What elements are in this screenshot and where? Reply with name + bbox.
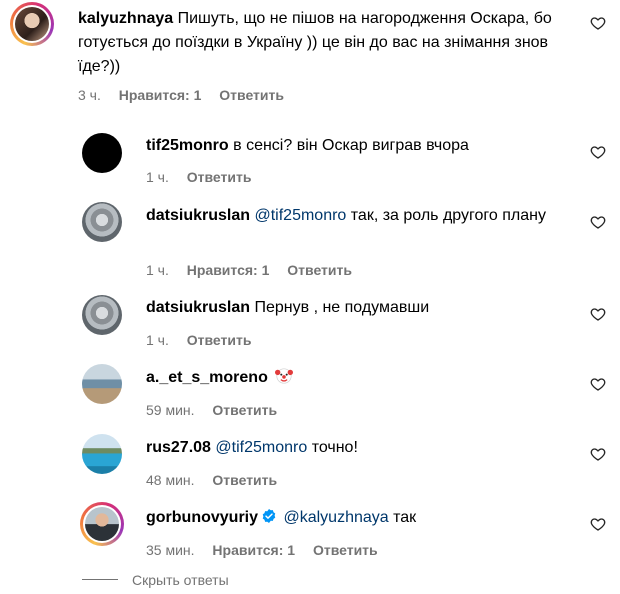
heart-icon[interactable] (590, 214, 606, 230)
likes-count[interactable]: Нравится: 1 (187, 262, 270, 278)
avatar[interactable] (82, 364, 122, 404)
reply-button[interactable]: Ответить (287, 262, 352, 278)
comment-meta: 59 мин. Ответить (146, 401, 291, 419)
comment-body: так (393, 509, 417, 526)
comment-meta: 3 ч. Нравится: 1 Ответить (78, 86, 298, 104)
avatar[interactable] (82, 434, 122, 474)
comment-text: kalyuzhnaya Пишуть, що не пішов на нагор… (78, 7, 578, 79)
heart-icon[interactable] (590, 144, 606, 160)
comment-text: rus27.08 @tif25monro точно! (146, 436, 576, 460)
mention-link[interactable]: @tif25monro (215, 439, 307, 456)
avatar[interactable] (10, 2, 54, 46)
heart-icon[interactable] (590, 446, 606, 462)
heart-icon[interactable] (590, 376, 606, 392)
comment-text: a._et_s_moreno (146, 366, 576, 390)
timestamp[interactable]: 48 мин. (146, 472, 195, 488)
comment-meta: 48 мин. Ответить (146, 471, 291, 489)
timestamp[interactable]: 1 ч. (146, 262, 169, 278)
reply-button[interactable]: Ответить (212, 472, 277, 488)
heart-icon[interactable] (590, 306, 606, 322)
mention-link[interactable]: @kalyuzhnaya (283, 509, 388, 526)
comment-meta: 1 ч. Ответить (146, 331, 265, 349)
comment-body: Пернув , не подумавши (254, 299, 430, 316)
reply-button[interactable]: Ответить (212, 402, 277, 418)
username[interactable]: rus27.08 (146, 439, 211, 456)
comment-text: datsiukruslan @tif25monro так, за роль д… (146, 204, 546, 228)
likes-count[interactable]: Нравится: 1 (119, 87, 202, 103)
clown-face-emoji-icon (275, 367, 294, 385)
verified-badge-icon (261, 508, 277, 524)
man-photo-icon (83, 505, 121, 543)
hide-replies-label: Скрыть ответы (132, 572, 229, 588)
timestamp[interactable]: 1 ч. (146, 332, 169, 348)
comment-body: точно! (311, 439, 358, 456)
comment-meta: 1 ч. Ответить (146, 168, 265, 186)
comment-meta: 35 мин. Нравится: 1 Ответить (146, 541, 392, 559)
comment-meta: 1 ч. Нравится: 1 Ответить (146, 261, 366, 279)
heart-icon[interactable] (590, 15, 606, 31)
comment-body: в сенсі? він Оскар виграв вчора (233, 137, 469, 154)
timestamp[interactable]: 1 ч. (146, 169, 169, 185)
reply-button[interactable]: Ответить (313, 542, 378, 558)
likes-count[interactable]: Нравится: 1 (212, 542, 295, 558)
avatar[interactable] (82, 295, 122, 335)
avatar[interactable] (80, 502, 124, 546)
comment-text: datsiukruslan Пернув , не подумавши (146, 296, 576, 320)
comment-body: так, за роль другого плану (350, 207, 546, 224)
reply-button[interactable]: Ответить (187, 169, 252, 185)
timestamp[interactable]: 59 мин. (146, 402, 195, 418)
divider-line (82, 579, 118, 580)
username[interactable]: tif25monro (146, 137, 229, 154)
avatar[interactable] (82, 202, 122, 242)
username[interactable]: a._et_s_moreno (146, 369, 268, 386)
username[interactable]: kalyuzhnaya (78, 10, 173, 27)
reply-button[interactable]: Ответить (187, 332, 252, 348)
username[interactable]: datsiukruslan (146, 299, 250, 316)
username[interactable]: gorbunovyuriy (146, 509, 258, 526)
timestamp[interactable]: 35 мин. (146, 542, 195, 558)
mention-link[interactable]: @tif25monro (254, 207, 346, 224)
username[interactable]: datsiukruslan (146, 207, 250, 224)
reply-button[interactable]: Ответить (219, 87, 284, 103)
timestamp[interactable]: 3 ч. (78, 87, 101, 103)
heart-icon[interactable] (590, 516, 606, 532)
profile-photo-icon (13, 5, 51, 43)
avatar[interactable] (82, 133, 122, 173)
comment-text: gorbunovyuriy @kalyuzhnaya так (146, 506, 576, 530)
comment-text: tif25monro в сенсі? він Оскар виграв вчо… (146, 134, 576, 158)
